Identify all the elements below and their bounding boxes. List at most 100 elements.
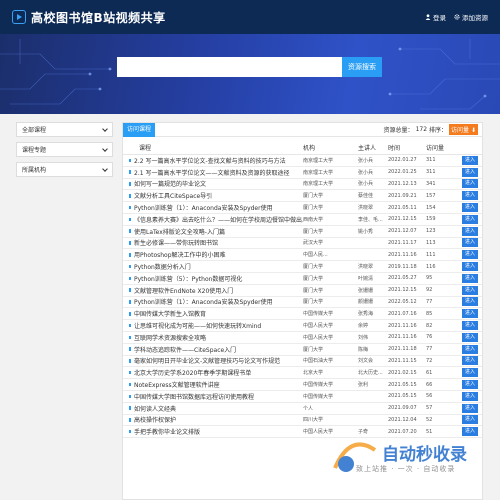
tab-visit-courses[interactable]: 访问课程 (123, 123, 156, 137)
enter-button[interactable]: 进入 (462, 238, 478, 248)
course-title: 文献管理软件EndNote X20使用入门 (134, 287, 234, 295)
search-button[interactable]: 资源搜索 (342, 57, 382, 77)
course-views: 57 (426, 405, 433, 412)
enter-button[interactable]: 进入 (462, 250, 478, 260)
table-row: NoteExpress文献管理软件讲座 中国传媒大学 张利 2021.05.15 66 进… (123, 379, 482, 391)
course-title-link[interactable]: 学科动态追踪软件——CiteSpace入门 (123, 345, 303, 354)
enter-button[interactable]: 进入 (462, 155, 478, 165)
course-title-link[interactable]: 如何写一篇规范的毕业论文 (123, 179, 303, 188)
enter-button[interactable]: 进入 (462, 356, 478, 366)
course-title-link[interactable]: 用Photoshop解决工作中的小困难 (123, 250, 303, 259)
chevron-down-icon (102, 165, 108, 172)
enter-button[interactable]: 进入 (462, 391, 478, 401)
course-title-link[interactable]: 如何读人文经典 (123, 404, 303, 413)
course-views: 154 (426, 204, 436, 211)
course-title-link[interactable]: 互联网学术资源搜索全攻略 (123, 333, 303, 342)
course-title-link[interactable]: 文献分析工具CiteSpace导引 (123, 191, 303, 200)
enter-button[interactable]: 进入 (462, 427, 478, 437)
course-title-link[interactable]: 2.2 写一篇高水平学位论文-查找文献与资料的技巧与方法 (123, 156, 303, 165)
enter-button[interactable]: 进入 (462, 226, 478, 236)
course-views: 61 (426, 369, 433, 376)
bullet-icon (129, 158, 131, 163)
enter-button[interactable]: 进入 (462, 309, 478, 319)
course-title-link[interactable]: 《信息素养大赛》出去吃什么？——如何在学校周边餐馆中做出... (123, 215, 303, 224)
course-institution: 个人 (303, 405, 314, 412)
enter-button[interactable]: 进入 (462, 167, 478, 177)
col-speaker: 主讲人 (358, 145, 377, 152)
course-title-link[interactable]: Python数据分析入门 (123, 262, 303, 271)
bullet-icon (129, 276, 131, 281)
enter-button[interactable]: 进入 (462, 332, 478, 342)
course-time: 2021.05.27 (388, 275, 417, 282)
course-institution: 中国人民大学 (303, 323, 334, 330)
course-title: 让思维可视化成为可能——如何快速玩转Xmind (134, 323, 262, 331)
bullet-icon (129, 194, 131, 198)
course-time: 2021.07.20 (388, 428, 417, 435)
course-views: 76 (426, 334, 433, 341)
course-time: 2021.12.15 (388, 287, 417, 294)
course-views: 66 (426, 381, 433, 388)
course-title-link[interactable]: Python训练营（1）：Anaconda安装及Spyder使用 (123, 297, 303, 306)
course-views: 85 (426, 310, 433, 317)
sort-button[interactable]: 访问量 ⬇ (449, 124, 478, 135)
enter-button[interactable]: 进入 (462, 380, 478, 390)
enter-button[interactable]: 进入 (462, 273, 478, 283)
course-title: 2.1 写一篇高水平学位论文——文献资料及资源的获取途径 (134, 169, 290, 177)
course-title: 使用LaTex排版论文全攻略-入门篇 (134, 228, 225, 236)
course-speaker: 张小兵 (358, 157, 374, 164)
course-title-link[interactable]: 中国传媒大学图书馆数据库远程访问使用教程 (123, 392, 303, 401)
enter-button[interactable]: 进入 (462, 214, 478, 224)
course-title-link[interactable]: 文献管理软件EndNote X20使用入门 (123, 286, 303, 295)
course-title-link[interactable]: Python训练营（1）：Anaconda安装及Spyder使用 (123, 203, 303, 212)
course-title: 学科动态追踪软件——CiteSpace入门 (134, 346, 237, 354)
course-title-link[interactable]: 中国传媒大学新生入馆教育 (123, 309, 303, 318)
enter-button[interactable]: 进入 (462, 368, 478, 378)
bullet-icon (129, 229, 131, 233)
enter-button[interactable]: 进入 (462, 191, 478, 201)
course-speaker: 洪晓翠 (358, 264, 374, 271)
enter-button[interactable]: 进入 (462, 285, 478, 295)
course-panel: 访问课程 资源总量： 172 排序： 访问量 ⬇ 课程 机构 主讲人 时间 访问… (122, 122, 483, 500)
enter-button[interactable]: 进入 (462, 321, 478, 331)
sidebar-item-all-courses[interactable]: 全部课程 (16, 122, 113, 137)
course-title-link[interactable]: 新生必修课——带你玩转图书馆 (123, 238, 303, 247)
course-time: 2021.11.17 (388, 239, 417, 246)
enter-button[interactable]: 进入 (462, 415, 478, 425)
enter-button[interactable]: 进入 (462, 179, 478, 189)
sidebar-item-topics[interactable]: 课程专题 (16, 142, 113, 157)
enter-button[interactable]: 进入 (462, 203, 478, 213)
login-link[interactable]: 登录 (425, 12, 446, 22)
course-title-link[interactable]: NoteExpress文献管理软件讲座 (123, 380, 303, 389)
course-title-link[interactable]: 2.1 写一篇高水平学位论文——文献资料及资源的获取途径 (123, 168, 303, 177)
search-input[interactable] (117, 57, 342, 77)
enter-button[interactable]: 进入 (462, 262, 478, 272)
course-title-link[interactable]: 使用LaTex排版论文全攻略-入门篇 (123, 227, 303, 236)
course-speaker: 蔡佳佳 (358, 193, 374, 200)
course-title: 文献分析工具CiteSpace导引 (134, 193, 213, 201)
bullet-icon (129, 394, 131, 399)
resource-stats: 资源总量： 172 排序： 访问量 ⬇ (384, 124, 478, 135)
course-speaker: 张小兵 (358, 181, 374, 188)
course-title-link[interactable]: 手把手教你毕业论文排版 (123, 427, 303, 436)
course-title-link[interactable]: 北京大学历史学系2020年春季学期课程书单 (123, 368, 303, 377)
add-resource-link[interactable]: 添加资源 (454, 12, 488, 22)
course-time: 2022.01.25 (388, 169, 417, 176)
col-time: 时间 (388, 145, 401, 152)
course-time: 2021.12.04 (388, 416, 417, 423)
enter-button[interactable]: 进入 (462, 403, 478, 413)
course-views: 52 (426, 416, 433, 423)
sidebar-item-institutions[interactable]: 所属机构 (16, 162, 113, 177)
table-row: 中国传媒大学图书馆数据库远程访问使用教程 中国传媒大学 2021.05.15 56 进入 (123, 391, 482, 403)
course-institution: 厦门大学 (303, 299, 324, 306)
table-row: 如何写一篇规范的毕业论文 南京理工大学 张小兵 2021.12.13 341 进入 (123, 179, 482, 191)
user-icon (425, 14, 431, 20)
chevron-down-icon (102, 145, 108, 152)
enter-button[interactable]: 进入 (462, 297, 478, 307)
course-title-link[interactable]: Python训练营（5）：Python数据可视化 (123, 274, 303, 283)
course-title-link[interactable]: 毫家如何明日开毕业论文-文献管理技巧与论文写作规范 (123, 356, 303, 365)
course-title-link[interactable]: 高校操作权保护 (123, 415, 303, 424)
course-title-link[interactable]: 让思维可视化成为可能——如何快速玩转Xmind (123, 321, 303, 330)
course-institution: 中国传媒大学 (303, 382, 334, 389)
course-views: 116 (426, 263, 436, 270)
enter-button[interactable]: 进入 (462, 344, 478, 354)
